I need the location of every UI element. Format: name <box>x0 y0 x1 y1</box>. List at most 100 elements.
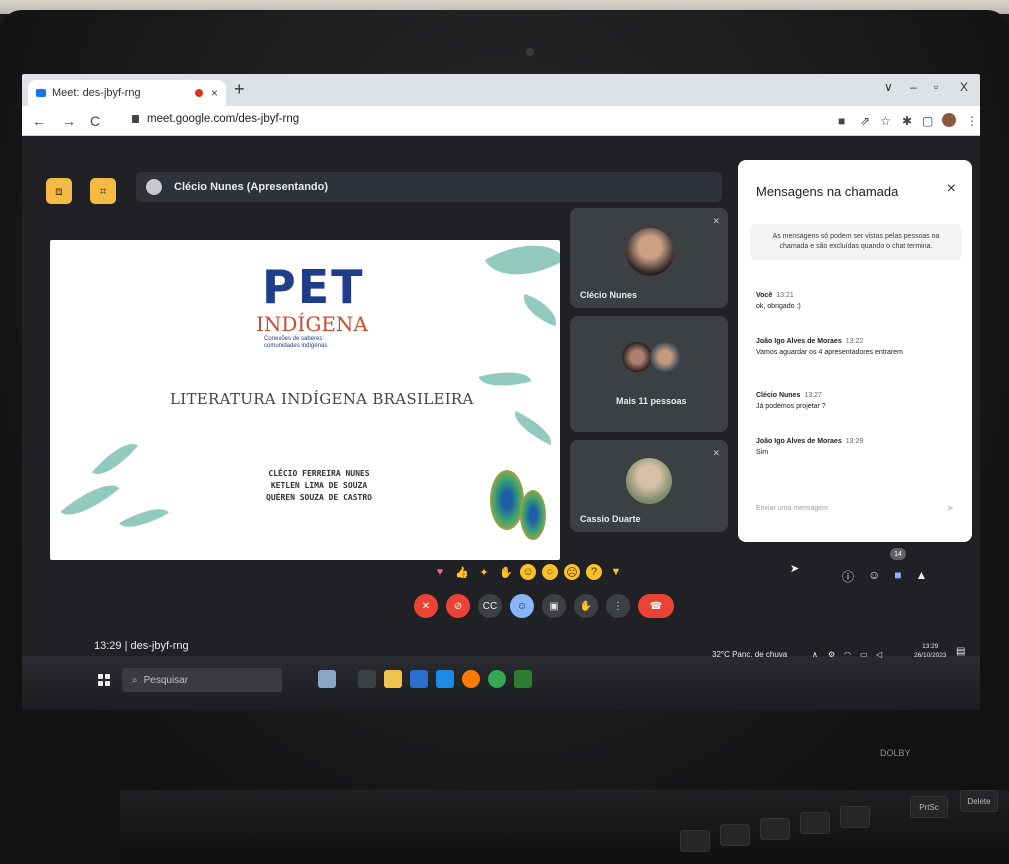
send-icon[interactable]: ➤ <box>946 503 954 514</box>
thumbs-up-reaction-icon[interactable]: 👍 <box>454 564 470 580</box>
participant-tile[interactable]: ✕ Cassio Duarte <box>570 440 728 532</box>
url-field[interactable]: meet.google.com/des-jbyf-rng <box>132 113 299 125</box>
message-time: 13:22 <box>845 338 864 345</box>
chat-title: Mensagens na chamada <box>756 184 899 199</box>
present-screen-button[interactable]: ▣ <box>542 594 566 618</box>
raise-hand-button[interactable]: ✋ <box>574 594 598 618</box>
store-icon[interactable] <box>436 670 454 688</box>
meeting-time: 13:29 <box>94 640 122 652</box>
heart-reaction-icon[interactable]: ♥ <box>432 564 448 580</box>
file-explorer-icon[interactable] <box>384 670 402 688</box>
taskbar-clock[interactable]: 13:29 26/10/2023 <box>914 642 947 660</box>
pet-logo-tagline: Conexões de saberes: comunidades indígen… <box>264 336 328 350</box>
people-icon[interactable]: ☺ <box>868 568 880 585</box>
word-icon[interactable] <box>410 670 428 688</box>
taskbar-search-input[interactable]: ⌕ Pesquisar <box>122 668 282 692</box>
party-reaction-icon[interactable]: ✦ <box>476 564 492 580</box>
captions-button[interactable]: CC <box>478 594 502 618</box>
windows-start-icon[interactable] <box>98 674 110 686</box>
pet-logo: PET <box>262 260 365 314</box>
notifications-icon[interactable]: ▤ <box>956 646 965 657</box>
message-author: João Igo Alves de Moraes <box>756 338 842 345</box>
message-text: ok, obrigado :) <box>756 303 801 310</box>
excel-icon[interactable] <box>514 670 532 688</box>
mic-muted-icon: ✕ <box>712 448 720 458</box>
emoji-button[interactable]: ☺ <box>510 594 534 618</box>
slide-authors: CLÉCIO FERREIRA NUNES KETLEN LIMA DE SOU… <box>266 468 372 504</box>
leaf-decoration <box>478 363 532 395</box>
lock-icon <box>132 115 139 123</box>
meeting-details-icon[interactable]: ⓘ <box>842 568 854 585</box>
tab-search-icon[interactable]: ∨ <box>884 80 893 94</box>
address-bar: ← → C meet.google.com/des-jbyf-rng ■ ⇗ ☆… <box>22 106 980 136</box>
participant-tile-group[interactable]: Mais 11 pessoas <box>570 316 728 432</box>
participant-avatar <box>650 342 680 372</box>
chat-icon[interactable]: ■ <box>894 568 901 585</box>
clock-date: 26/10/2023 <box>914 652 947 659</box>
laugh-reaction-icon[interactable]: ☺ <box>520 564 536 580</box>
mic-off-button[interactable]: ✕ <box>414 594 438 618</box>
peacock-feather-decoration <box>490 470 524 530</box>
task-view-icon[interactable] <box>358 670 376 688</box>
people-pin-icon[interactable]: ⧈ <box>46 178 72 204</box>
forward-button[interactable]: → <box>62 113 76 129</box>
exit-fullscreen-icon[interactable]: ⌗ <box>90 178 116 204</box>
thumbs-down-reaction-icon[interactable]: ▼ <box>608 564 624 580</box>
leaf-decoration <box>119 499 169 537</box>
sad-reaction-icon[interactable]: ☹ <box>564 564 580 580</box>
taskbar-photo-icon[interactable] <box>318 670 336 688</box>
firefox-icon[interactable] <box>462 670 480 688</box>
chat-message: João Igo Alves de Moraes 13:22 Vamos agua… <box>756 336 956 358</box>
back-button[interactable]: ← <box>32 113 46 129</box>
browser-tab-meet[interactable]: Meet: des-jbyf-rng × <box>28 80 226 106</box>
chat-close-button[interactable]: × <box>947 180 956 198</box>
volume-icon[interactable]: ◁ <box>876 650 882 659</box>
chrome-icon[interactable] <box>488 670 506 688</box>
thinking-reaction-icon[interactable]: ? <box>586 564 602 580</box>
tab-close-icon[interactable]: × <box>211 86 218 100</box>
close-window-button[interactable]: X <box>960 80 968 94</box>
more-options-button[interactable]: ⋮ <box>606 594 630 618</box>
surprised-reaction-icon[interactable]: ○ <box>542 564 558 580</box>
meet-main: ⧈ ⌗ Clécio Nunes (Apresentando) PET INDÍ… <box>22 136 980 656</box>
search-icon: ⌕ <box>132 674 138 686</box>
reactions-bar: ♥ 👍 ✦ ✋ ☺ ○ ☹ ? ▼ <box>432 564 624 580</box>
tray-chevron-icon[interactable]: ∧ <box>812 650 818 659</box>
participant-tile[interactable]: ✕ Clécio Nunes <box>570 208 728 308</box>
share-icon[interactable]: ⇗ <box>860 114 870 128</box>
end-call-button[interactable]: ☎ <box>638 594 674 618</box>
camera-off-button[interactable]: ⊘ <box>446 594 470 618</box>
sidepanel-icon[interactable]: ▢ <box>922 114 933 128</box>
new-tab-button[interactable]: + <box>234 79 245 100</box>
tray-app-icon[interactable]: ⚙ <box>828 650 835 659</box>
tab-title: Meet: des-jbyf-rng <box>52 87 141 99</box>
activities-icon[interactable]: ▲ <box>916 568 928 585</box>
participant-name: Cassio Duarte <box>580 514 641 524</box>
battery-icon[interactable]: ▭ <box>860 650 868 659</box>
meeting-info: 13:29 | des-jbyf-rng <box>94 640 189 652</box>
windows-taskbar: ⌕ Pesquisar 32°C Panc. de chuva ∧ ⚙ ◠ ▭ … <box>22 643 980 710</box>
participant-name: Clécio Nunes <box>580 290 638 300</box>
laptop-screen: Meet: des-jbyf-rng × + ∨ – ▫ X ← → C mee… <box>22 74 980 710</box>
minimize-button[interactable]: – <box>910 80 917 94</box>
webcam <box>526 48 534 56</box>
wifi-icon[interactable]: ◠ <box>844 650 851 659</box>
weather-widget[interactable]: 32°C Panc. de chuva <box>712 650 787 659</box>
url-text: meet.google.com/des-jbyf-rng <box>147 113 300 125</box>
message-text: Sim <box>756 449 769 456</box>
chat-message: Clécio Nunes 13:27 Já podemos projetar ? <box>756 390 956 412</box>
chat-message-input[interactable]: Enviar uma mensagem <box>756 505 828 512</box>
leaf-decoration <box>92 434 138 484</box>
camera-icon[interactable]: ■ <box>838 114 845 128</box>
profile-avatar[interactable] <box>942 113 956 127</box>
maximize-button[interactable]: ▫ <box>934 80 938 94</box>
presenter-label: Clécio Nunes (Apresentando) <box>174 181 329 193</box>
bookmark-star-icon[interactable]: ☆ <box>880 114 891 128</box>
reload-button[interactable]: C <box>90 113 100 129</box>
message-text: Já podemos projetar ? <box>756 403 826 410</box>
clap-reaction-icon[interactable]: ✋ <box>498 564 514 580</box>
meeting-code: des-jbyf-rng <box>130 640 189 652</box>
menu-icon[interactable]: ⋮ <box>966 114 978 128</box>
extensions-icon[interactable]: ✱ <box>902 114 912 128</box>
fn-key <box>840 806 870 828</box>
